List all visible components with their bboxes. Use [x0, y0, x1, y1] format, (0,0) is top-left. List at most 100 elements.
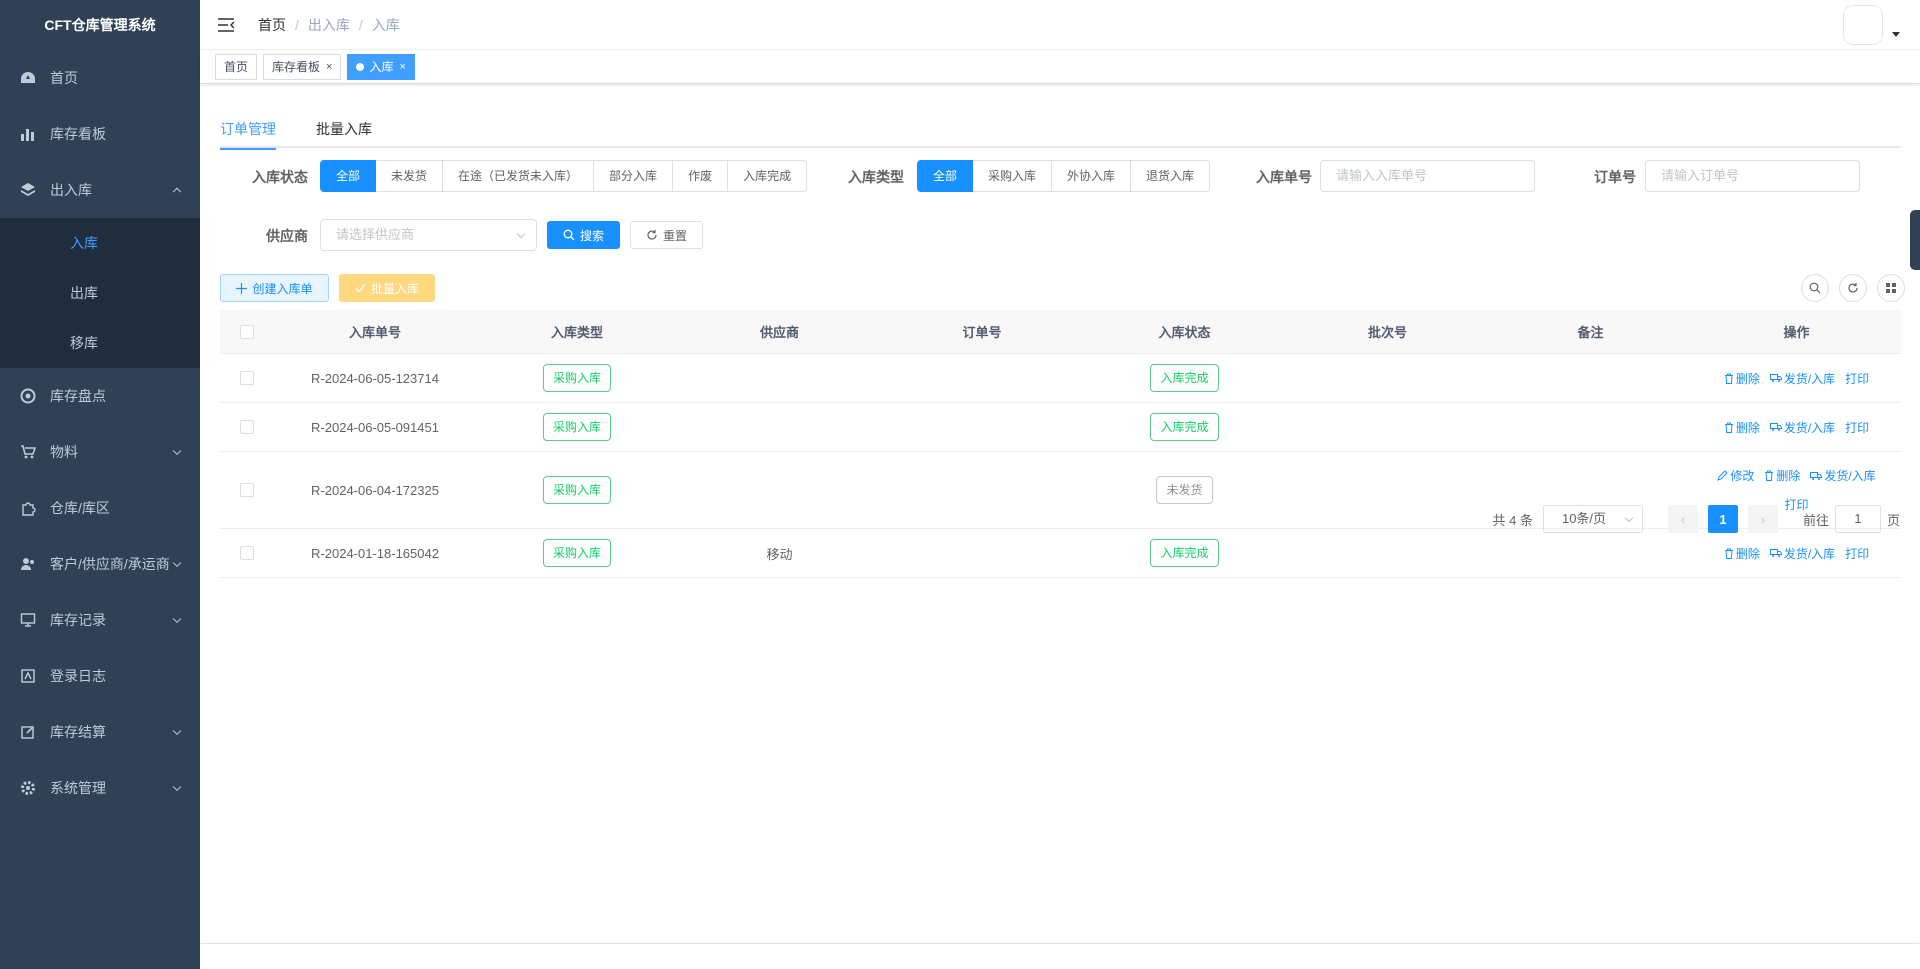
select-all-checkbox[interactable]: [240, 324, 254, 339]
receipt-no-input[interactable]: 请输入入库单号: [1320, 160, 1535, 192]
search-button-label: 搜索: [579, 228, 604, 243]
type-cell: 采购入库: [476, 413, 678, 441]
sidebar-item-stock-records[interactable]: 库存记录: [0, 592, 200, 648]
sidebar-item-login-log[interactable]: 登录日志: [0, 648, 200, 704]
caret-down-icon[interactable]: [1892, 32, 1900, 37]
prev-page-button[interactable]: ‹: [1667, 505, 1698, 533]
delete-link[interactable]: 删除: [1724, 545, 1760, 562]
tag-inventory-board[interactable]: 库存看板 ×: [263, 53, 342, 80]
pagination-total: 共 4 条: [1492, 512, 1533, 528]
supplier-select[interactable]: 请选择供应商: [320, 219, 537, 251]
hamburger-icon[interactable]: [216, 15, 236, 35]
breadcrumb-inbound: 入库: [371, 16, 400, 33]
status-filter-label: 入库状态: [252, 169, 308, 185]
close-icon[interactable]: ×: [399, 55, 405, 79]
goto-suffix: 页: [1886, 512, 1900, 528]
type-tag: 采购入库: [542, 364, 611, 392]
type-filter-label: 入库类型: [848, 169, 904, 185]
delete-label: 删除: [1776, 469, 1801, 483]
sidebar-item-settlement[interactable]: 库存结算: [0, 704, 200, 760]
type-option-all[interactable]: 全部: [917, 160, 974, 192]
refresh-icon: [1847, 282, 1859, 294]
create-receipt-label: 创建入库单: [252, 281, 313, 296]
sidebar-item-materials[interactable]: 物料: [0, 424, 200, 480]
search-button[interactable]: 搜索: [547, 221, 620, 249]
order-no-input[interactable]: 请输入订单号: [1645, 160, 1860, 192]
close-icon[interactable]: ×: [326, 55, 332, 79]
toggle-search-button[interactable]: [1801, 274, 1829, 302]
sidebar-item-warehouse[interactable]: 仓库/库区: [0, 480, 200, 536]
ship-inbound-link[interactable]: 发货/入库: [1769, 545, 1836, 562]
type-option-outsource[interactable]: 外协入库: [1052, 160, 1132, 192]
create-receipt-button[interactable]: 创建入库单: [220, 274, 329, 302]
sidebar-subitem-transfer[interactable]: 移库: [0, 318, 200, 368]
tab-batch-inbound[interactable]: 批量入库: [316, 110, 372, 148]
tab-order-management[interactable]: 订单管理: [220, 110, 276, 150]
tag-label: 库存看板: [272, 59, 321, 74]
print-link[interactable]: 打印: [1845, 419, 1869, 436]
status-cell: 入库完成: [1083, 539, 1286, 567]
table-row: R-2024-06-05-123714 采购入库 入库完成 删除 发货/入库 打…: [220, 354, 1901, 403]
type-option-purchase[interactable]: 采购入库: [973, 160, 1053, 192]
reset-button[interactable]: 重置: [630, 221, 703, 249]
breadcrumb-home[interactable]: 首页: [258, 15, 286, 35]
ship-inbound-link[interactable]: 发货/入库: [1810, 467, 1876, 484]
row-checkbox[interactable]: [240, 420, 254, 434]
row-select-cell: [220, 371, 274, 385]
tag-inbound[interactable]: 入库 ×: [347, 53, 415, 80]
trash-icon: [1724, 548, 1733, 559]
goto-page-input[interactable]: 1: [1834, 505, 1881, 533]
ship-inbound-link[interactable]: 发货/入库: [1769, 419, 1835, 436]
receipt-no-label: 入库单号: [1256, 169, 1312, 185]
sidebar-subitem-inbound[interactable]: 入库: [0, 218, 200, 268]
side-drawer-handle[interactable]: [1910, 210, 1920, 270]
status-option-all[interactable]: 全部: [320, 160, 377, 192]
sidebar-item-partners[interactable]: 客户/供应商/承运商: [0, 536, 200, 592]
delete-link[interactable]: 删除: [1724, 419, 1760, 436]
edit-link[interactable]: 修改: [1717, 467, 1754, 484]
columns-button[interactable]: [1877, 274, 1905, 302]
batch-inbound-button[interactable]: 批量入库: [339, 274, 435, 302]
chevron-down-icon: [1624, 513, 1634, 523]
breadcrumb-separator: /: [295, 16, 299, 33]
sidebar-item-home[interactable]: 首页: [0, 50, 200, 106]
status-option-in-transit[interactable]: 在途（已发货未入库）: [443, 160, 595, 192]
status-option-void[interactable]: 作废: [673, 160, 729, 192]
sidebar-item-inout[interactable]: 出入库: [0, 162, 200, 218]
sidebar-item-label: 仓库/库区: [50, 500, 110, 516]
sidebar-item-inventory-board[interactable]: 库存看板: [0, 106, 200, 162]
status-tag: 未发货: [1156, 476, 1213, 504]
row-checkbox[interactable]: [240, 371, 254, 385]
ship-inbound-label: 发货/入库: [1783, 546, 1836, 561]
app-title: CFT仓库管理系统: [44, 17, 156, 33]
check-icon: [355, 283, 366, 294]
row-checkbox[interactable]: [240, 483, 254, 497]
print-link[interactable]: 打印: [1845, 545, 1869, 562]
ship-inbound-link[interactable]: 发货/入库: [1769, 370, 1836, 387]
edit-label: 修改: [1730, 469, 1755, 483]
status-option-complete[interactable]: 入库完成: [728, 160, 808, 192]
grid-icon: [1885, 282, 1897, 294]
refresh-button[interactable]: [1839, 274, 1867, 302]
delete-link[interactable]: 删除: [1724, 370, 1760, 387]
type-option-return[interactable]: 退货入库: [1131, 160, 1211, 192]
page-size-select[interactable]: 10条/页: [1542, 505, 1643, 533]
next-page-button[interactable]: ›: [1747, 505, 1778, 533]
delete-label: 删除: [1735, 420, 1760, 435]
page-number[interactable]: 1: [1707, 505, 1738, 533]
status-option-not-shipped[interactable]: 未发货: [376, 160, 444, 192]
refresh-icon: [646, 229, 658, 241]
tag-home[interactable]: 首页: [215, 53, 258, 80]
sidebar-item-stocktake[interactable]: 库存盘点: [0, 368, 200, 424]
status-tag: 入库完成: [1150, 364, 1219, 392]
trash-icon: [1724, 422, 1733, 433]
avatar[interactable]: [1843, 5, 1883, 45]
sidebar-item-system[interactable]: 系统管理: [0, 760, 200, 816]
ship-inbound-label: 发货/入库: [1783, 371, 1836, 386]
status-option-partial[interactable]: 部分入库: [594, 160, 674, 192]
sidebar-subitem-outbound[interactable]: 出库: [0, 268, 200, 318]
delete-label: 删除: [1735, 546, 1760, 561]
row-checkbox[interactable]: [240, 546, 254, 560]
print-link[interactable]: 打印: [1845, 370, 1869, 387]
delete-link[interactable]: 删除: [1764, 467, 1800, 484]
